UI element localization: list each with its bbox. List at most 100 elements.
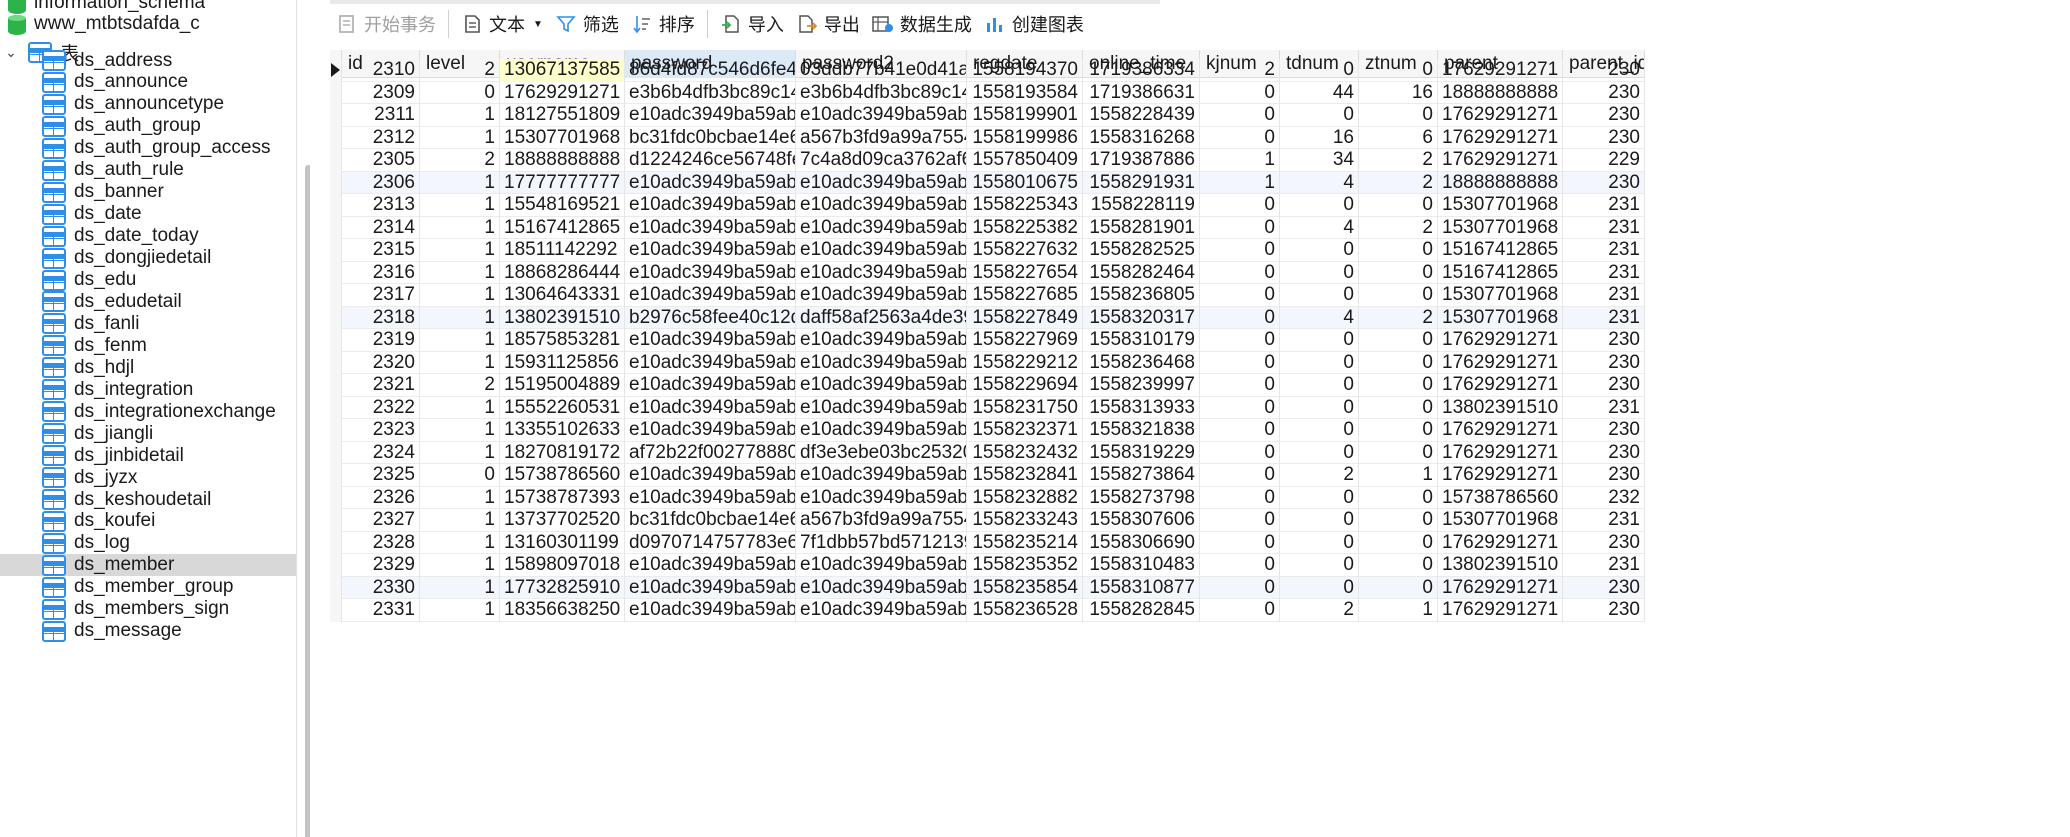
cell-kjnum[interactable]: 0 [1200, 531, 1280, 554]
cell-username[interactable]: 15898097018 [500, 554, 625, 577]
cell-tdnum[interactable]: 0 [1280, 351, 1359, 374]
cell-ztnum[interactable]: 0 [1359, 261, 1438, 284]
cell-parent-id[interactable]: 231 [1563, 239, 1645, 262]
cell-password2[interactable]: e10adc3949ba59abbe56e [796, 486, 967, 509]
cell-ztnum[interactable]: 0 [1359, 194, 1438, 217]
cell-username[interactable]: 17777777777 [500, 171, 625, 194]
cell-parent[interactable]: 15307701968 [1438, 306, 1563, 329]
cell-level[interactable]: 1 [420, 441, 500, 464]
cell-regdate[interactable]: 1558233243 [967, 509, 1083, 532]
data-generation-button[interactable]: 数据生成 [866, 4, 978, 44]
cell-level[interactable]: 1 [420, 509, 500, 532]
cell-password2[interactable]: e10adc3949ba59abbe56e [796, 194, 967, 217]
cell-parent[interactable]: 17629291271 [1438, 464, 1563, 487]
cell-parent-id[interactable]: 230 [1563, 419, 1645, 442]
row-marker[interactable] [330, 194, 342, 217]
cell-username[interactable]: 15738787393 [500, 486, 625, 509]
cell-level[interactable]: 1 [420, 554, 500, 577]
cell-id[interactable]: 2310 [342, 59, 420, 82]
cell-level[interactable]: 1 [420, 171, 500, 194]
cell-kjnum[interactable]: 0 [1200, 284, 1280, 307]
table-item[interactable]: ds_date [0, 203, 296, 225]
cell-regdate[interactable]: 1558229212 [967, 351, 1083, 374]
cell-kjnum[interactable]: 1 [1200, 149, 1280, 172]
cell-password[interactable]: e10adc3949ba59abbe56e [625, 284, 796, 307]
cell-password2[interactable]: df3e3ebe03bc253201573 [796, 441, 967, 464]
cell-parent-id[interactable]: 230 [1563, 576, 1645, 599]
cell-regdate[interactable]: 1558232882 [967, 486, 1083, 509]
cell-id[interactable]: 2322 [342, 396, 420, 419]
cell-regdate[interactable]: 1558235214 [967, 531, 1083, 554]
cell-parent[interactable]: 15738786560 [1438, 486, 1563, 509]
cell-kjnum[interactable]: 0 [1200, 306, 1280, 329]
cell-password2[interactable]: e10adc3949ba59abbe56e [796, 396, 967, 419]
cell-kjnum[interactable]: 0 [1200, 464, 1280, 487]
cell-regdate[interactable]: 1558227654 [967, 261, 1083, 284]
table-item[interactable]: ds_koufei [0, 510, 296, 532]
cell-username[interactable]: 13064643331 [500, 284, 625, 307]
cell-regdate[interactable]: 1558227685 [967, 284, 1083, 307]
cell-level[interactable]: 1 [420, 419, 500, 442]
cell-parent-id[interactable]: 230 [1563, 441, 1645, 464]
cell-parent[interactable]: 15307701968 [1438, 194, 1563, 217]
cell-kjnum[interactable]: 0 [1200, 81, 1280, 104]
filter-button[interactable]: 筛选 [549, 4, 625, 44]
cell-username[interactable]: 17732825910 [500, 576, 625, 599]
cell-password2[interactable]: 7f1dbb57bd5712139607 [796, 531, 967, 554]
table-item[interactable]: ds_fenm [0, 335, 296, 357]
cell-parent-id[interactable]: 230 [1563, 351, 1645, 374]
cell-ztnum[interactable]: 0 [1359, 531, 1438, 554]
cell-parent[interactable]: 17629291271 [1438, 351, 1563, 374]
cell-level[interactable]: 1 [420, 329, 500, 352]
cell-online-time[interactable]: 1558236805 [1083, 284, 1200, 307]
cell-tdnum[interactable]: 2 [1280, 464, 1359, 487]
cell-id[interactable]: 2314 [342, 216, 420, 239]
cell-online-time[interactable]: 1558306690 [1083, 531, 1200, 554]
table-item[interactable]: ds_integrationexchange [0, 401, 296, 423]
row-marker[interactable] [330, 531, 342, 554]
table-row[interactable]: 2327113737702520bc31fdc0bcbae14e61a2aa56… [330, 509, 1645, 532]
cell-level[interactable]: 1 [420, 126, 500, 149]
export-button[interactable]: 导出 [790, 4, 866, 44]
table-row[interactable]: 2325015738786560e10adc3949ba59abbe56ee10… [330, 464, 1645, 487]
cell-parent-id[interactable]: 231 [1563, 554, 1645, 577]
cell-password[interactable]: bc31fdc0bcbae14e61a2a [625, 126, 796, 149]
cell-regdate[interactable]: 1558229694 [967, 374, 1083, 397]
cell-ztnum[interactable]: 2 [1359, 149, 1438, 172]
cell-password[interactable]: e10adc3949ba59abbe56e [625, 554, 796, 577]
cell-parent-id[interactable]: 232 [1563, 486, 1645, 509]
cell-parent[interactable]: 15307701968 [1438, 216, 1563, 239]
cell-level[interactable]: 1 [420, 194, 500, 217]
cell-online-time[interactable]: 1558310877 [1083, 576, 1200, 599]
cell-parent[interactable]: 17629291271 [1438, 59, 1563, 82]
cell-kjnum[interactable]: 0 [1200, 419, 1280, 442]
cell-tdnum[interactable]: 0 [1280, 486, 1359, 509]
cell-password[interactable]: af72b22f0027788804ef4C [625, 441, 796, 464]
cell-online-time[interactable]: 1558307606 [1083, 509, 1200, 532]
table-item[interactable]: ds_member_group [0, 576, 296, 598]
cell-tdnum[interactable]: 0 [1280, 194, 1359, 217]
table-row[interactable]: 2309017629291271e3b6b4dfb3bc89c14bd4fe3b… [330, 81, 1645, 104]
cell-username[interactable]: 15931125856 [500, 351, 625, 374]
cell-kjnum[interactable]: 0 [1200, 396, 1280, 419]
cell-ztnum[interactable]: 0 [1359, 486, 1438, 509]
row-marker[interactable] [330, 441, 342, 464]
table-item[interactable]: ds_keshoudetail [0, 489, 296, 511]
cell-kjnum[interactable]: 0 [1200, 554, 1280, 577]
cell-kjnum[interactable]: 0 [1200, 576, 1280, 599]
cell-password2[interactable]: e10adc3949ba59abbe56e [796, 261, 967, 284]
text-view-button[interactable]: 文本 ▼ [455, 4, 549, 44]
cell-password[interactable]: e10adc3949ba59abbe56e [625, 464, 796, 487]
cell-parent[interactable]: 17629291271 [1438, 374, 1563, 397]
cell-id[interactable]: 2318 [342, 306, 420, 329]
cell-level[interactable]: 2 [420, 374, 500, 397]
cell-level[interactable]: 0 [420, 81, 500, 104]
cell-password2[interactable]: e10adc3949ba59abbe56e [796, 284, 967, 307]
cell-id[interactable]: 2327 [342, 509, 420, 532]
table-row[interactable]: 2324118270819172af72b22f0027788804ef4Cdf… [330, 441, 1645, 464]
cell-online-time[interactable]: 1558316268 [1083, 126, 1200, 149]
cell-tdnum[interactable]: 0 [1280, 261, 1359, 284]
cell-password[interactable]: e10adc3949ba59abbe56e [625, 396, 796, 419]
cell-kjnum[interactable]: 0 [1200, 126, 1280, 149]
cell-parent[interactable]: 15307701968 [1438, 284, 1563, 307]
